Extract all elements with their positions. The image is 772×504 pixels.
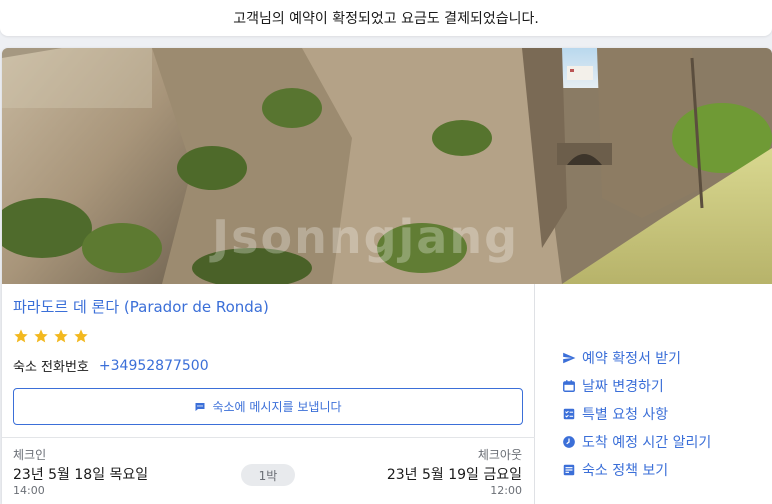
policy-icon (563, 464, 575, 476)
checkout-time: 12:00 (490, 484, 522, 497)
checkout-date: 23년 5월 19일 금요일 (386, 467, 522, 483)
action-label: 예약 확정서 받기 (582, 351, 682, 367)
phone-row: 숙소 전화번호 +34952877500 (13, 356, 209, 376)
checkin-time: 14:00 (13, 484, 45, 497)
confirmation-banner: 고객님의 예약이 확정되었고 요금도 결제되었습니다. (0, 0, 772, 36)
action-label: 날짜 변경하기 (582, 379, 664, 395)
message-button-label: 숙소에 메시지를 보냅니다 (212, 400, 342, 414)
checkin-label: 체크인 (13, 448, 47, 462)
star-icon (74, 329, 88, 343)
checkin-date: 23년 5월 18일 목요일 (13, 467, 149, 483)
calendar-icon (563, 380, 575, 392)
action-get-confirmation[interactable]: 예약 확정서 받기 (562, 348, 681, 368)
divider (2, 437, 535, 438)
booking-card: Jsonngjang 파라도르 데 론다 (Parador de Ronda) … (2, 48, 772, 504)
star-icon (54, 329, 68, 343)
clock-icon (563, 436, 575, 448)
action-label: 도착 예정 시간 알리기 (582, 435, 712, 451)
hotel-name-link[interactable]: 파라도르 데 론다 (Parador de Ronda) (13, 296, 269, 317)
checklist-icon (563, 408, 575, 420)
message-property-button[interactable]: 숙소에 메시지를 보냅니다 (13, 388, 523, 425)
star-icon (34, 329, 48, 343)
photo-watermark: Jsonngjang (212, 210, 520, 264)
checkout-label: 체크아웃 (477, 448, 522, 462)
hotel-photo: Jsonngjang (2, 48, 772, 284)
actions-panel: 예약 확정서 받기 날짜 변경하기 특별 요청 사항 도착 예정 시간 알리기 … (536, 284, 772, 504)
action-special-requests[interactable]: 특별 요청 사항 (562, 404, 668, 424)
phone-number-link[interactable]: +34952877500 (99, 358, 209, 374)
star-rating (13, 328, 89, 344)
hotel-info-panel: 파라도르 데 론다 (Parador de Ronda) 숙소 전화번호 +34… (2, 284, 535, 504)
action-change-dates[interactable]: 날짜 변경하기 (562, 376, 664, 396)
action-label: 숙소 정책 보기 (582, 463, 669, 479)
nights-badge: 1박 (241, 464, 295, 486)
action-label: 특별 요청 사항 (582, 407, 669, 423)
chat-icon (195, 402, 205, 411)
star-icon (14, 329, 28, 343)
confirmation-message: 고객님의 예약이 확정되었고 요금도 결제되었습니다. (233, 11, 539, 27)
send-icon (563, 352, 576, 364)
phone-label: 숙소 전화번호 (13, 360, 89, 375)
action-arrival-time[interactable]: 도착 예정 시간 알리기 (562, 432, 711, 452)
action-view-policies[interactable]: 숙소 정책 보기 (562, 460, 668, 480)
